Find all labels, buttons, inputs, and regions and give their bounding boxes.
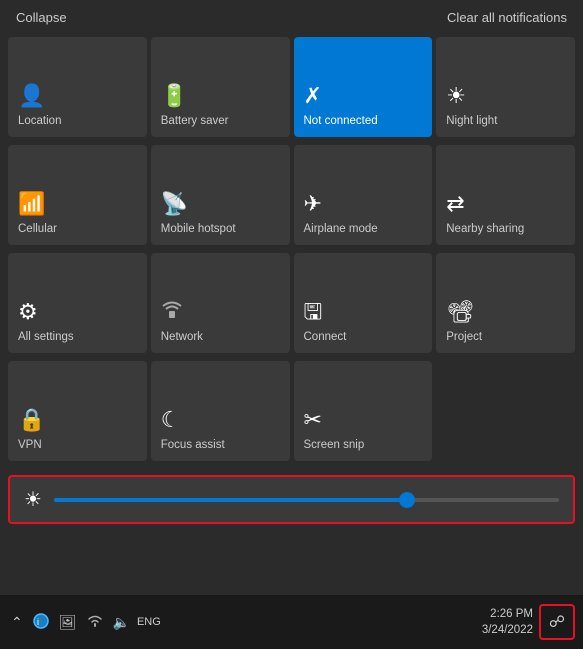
clear-notifications-button[interactable]: Clear all notifications: [447, 10, 567, 25]
nearby-sharing-icon: ⇄: [446, 193, 464, 215]
night-light-icon: ☀: [446, 85, 466, 107]
network-status-icon[interactable]: i: [30, 611, 52, 634]
tile-network[interactable]: Network: [151, 253, 290, 353]
tile-network-label: Network: [161, 331, 203, 345]
quick-tiles-row2: 📶 Cellular 📡 Mobile hotspot ✈ Airplane m…: [0, 141, 583, 249]
volume-icon[interactable]: 🔈: [110, 612, 133, 633]
vpn-icon: 🔒: [18, 409, 45, 431]
tile-mobile-hotspot[interactable]: 📡 Mobile hotspot: [151, 145, 290, 245]
collapse-button[interactable]: Collapse: [16, 10, 67, 25]
tile-airplane-mode[interactable]: ✈ Airplane mode: [294, 145, 433, 245]
tile-screen-snip-label: Screen snip: [304, 439, 365, 453]
tile-cellular-label: Cellular: [18, 223, 57, 237]
airplane-mode-icon: ✈: [304, 193, 322, 215]
project-icon: 📽: [446, 301, 474, 323]
tile-connect[interactable]: 🖫 Connect: [294, 253, 433, 353]
tile-nearby-sharing-label: Nearby sharing: [446, 223, 524, 237]
battery-saver-icon: 🔋: [161, 85, 188, 107]
focus-assist-icon: ☾: [161, 409, 181, 431]
tile-focus-assist[interactable]: ☾ Focus assist: [151, 361, 290, 461]
tile-cellular[interactable]: 📶 Cellular: [8, 145, 147, 245]
tile-bluetooth-label: Not connected: [304, 115, 378, 129]
notification-icon: ☍: [549, 612, 565, 632]
quick-tiles-row4: 🔒 VPN ☾ Focus assist ✂ Screen snip: [0, 357, 583, 467]
tile-all-settings-label: All settings: [18, 331, 74, 345]
notification-center-button[interactable]: ☍: [539, 604, 575, 640]
chevron-up-icon[interactable]: ⌃: [8, 612, 26, 633]
brightness-slider-thumb[interactable]: [399, 492, 415, 508]
tile-focus-assist-label: Focus assist: [161, 439, 225, 453]
location-icon: 👤: [18, 85, 45, 107]
taskbar-left: ⌃ i 🖼 🔈 ENG: [8, 611, 161, 634]
tile-nearby-sharing[interactable]: ⇄ Nearby sharing: [436, 145, 575, 245]
tile-night-light[interactable]: ☀ Night light: [436, 37, 575, 137]
wifi-icon[interactable]: [84, 612, 106, 633]
brightness-control: ☀: [8, 475, 575, 524]
tile-bluetooth[interactable]: ✗ Not connected: [294, 37, 433, 137]
clock-date: 3/24/2022: [482, 622, 533, 638]
action-center: Collapse Clear all notifications 👤 Locat…: [0, 0, 583, 649]
language-badge[interactable]: ENG: [137, 616, 161, 628]
tile-connect-label: Connect: [304, 331, 347, 345]
taskbar: ⌃ i 🖼 🔈 ENG 2:26 PM 3/24/2022 ☍: [0, 595, 583, 649]
tile-vpn[interactable]: 🔒 VPN: [8, 361, 147, 461]
quick-tiles-row1: 👤 Location 🔋 Battery saver ✗ Not connect…: [0, 33, 583, 141]
screen-snip-icon: ✂: [304, 409, 322, 431]
connect-icon: 🖫: [304, 301, 323, 323]
tile-screen-snip[interactable]: ✂ Screen snip: [294, 361, 433, 461]
tile-battery-saver-label: Battery saver: [161, 115, 229, 129]
quick-tiles-row3: ⚙ All settings Network 🖫 Connect 📽 Proje…: [0, 249, 583, 357]
display-icon[interactable]: 🖼: [56, 612, 80, 633]
taskbar-clock[interactable]: 2:26 PM 3/24/2022: [482, 606, 533, 638]
mobile-hotspot-icon: 📡: [161, 193, 188, 215]
brightness-slider-track[interactable]: [54, 498, 559, 502]
svg-text:i: i: [37, 617, 39, 627]
tile-mobile-hotspot-label: Mobile hotspot: [161, 223, 236, 237]
tile-battery-saver[interactable]: 🔋 Battery saver: [151, 37, 290, 137]
cellular-icon: 📶: [18, 193, 45, 215]
tile-night-light-label: Night light: [446, 115, 497, 129]
tile-empty: [436, 361, 575, 461]
brightness-slider-fill: [54, 498, 408, 502]
bluetooth-icon: ✗: [304, 85, 322, 107]
all-settings-icon: ⚙: [18, 301, 38, 323]
tile-project-label: Project: [446, 331, 482, 345]
tile-vpn-label: VPN: [18, 439, 42, 453]
tile-all-settings[interactable]: ⚙ All settings: [8, 253, 147, 353]
tile-airplane-mode-label: Airplane mode: [304, 223, 378, 237]
tile-location[interactable]: 👤 Location: [8, 37, 147, 137]
tile-location-label: Location: [18, 115, 61, 129]
tile-project[interactable]: 📽 Project: [436, 253, 575, 353]
clock-time: 2:26 PM: [482, 606, 533, 622]
brightness-icon: ☀: [24, 487, 42, 512]
network-icon: [161, 297, 183, 323]
header: Collapse Clear all notifications: [0, 0, 583, 33]
taskbar-right: 2:26 PM 3/24/2022 ☍: [482, 604, 575, 640]
